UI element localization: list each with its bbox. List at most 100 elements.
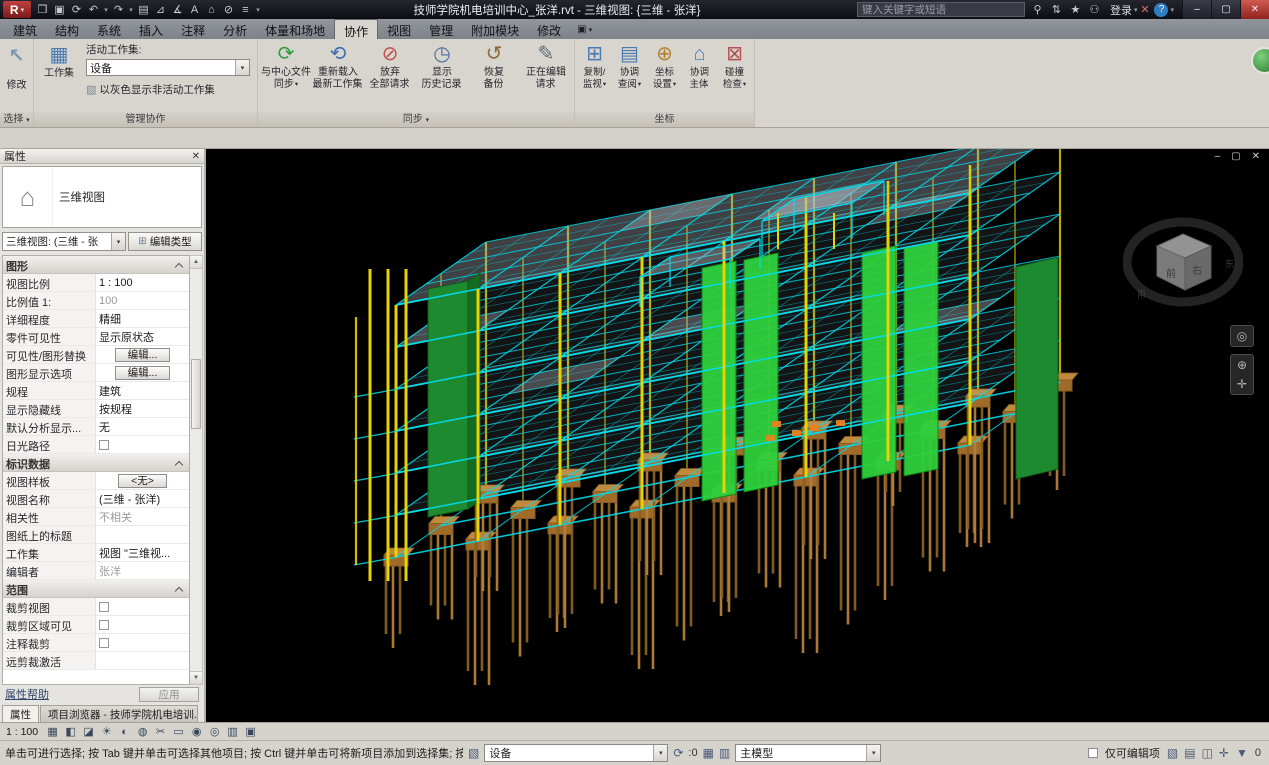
status-workset-dropdown[interactable]: 设备 ▾ (484, 744, 668, 762)
select-toggle-icon[interactable]: ◫ (1202, 746, 1213, 760)
steering-wheel-button[interactable]: ◎ (1230, 325, 1254, 347)
worksets-button[interactable]: ▦ 工作集 (36, 39, 82, 111)
property-checkbox[interactable] (99, 620, 109, 630)
property-row[interactable]: 可见性/图形替换 编辑... (3, 346, 189, 364)
ribbon-button[interactable]: ✎ 正在编辑 请求 (520, 39, 572, 111)
property-checkbox[interactable] (99, 440, 109, 450)
viewcube[interactable]: 前 右 南 东 (1123, 205, 1243, 311)
apply-button[interactable]: 应用 (139, 687, 199, 702)
open-icon[interactable]: ❒ (34, 2, 51, 18)
section-icon[interactable]: ⊘ (220, 2, 237, 18)
undo-icon[interactable]: ↶ (85, 2, 102, 18)
worksets-status-icon[interactable]: ▧ (1167, 746, 1178, 760)
filter-icon[interactable]: ▼ (1236, 746, 1248, 760)
3d-model-view[interactable] (206, 149, 1269, 722)
visual-style-icon[interactable]: ◪ (80, 724, 97, 739)
ribbon-button[interactable]: ⊞ 复制/ 监视▾ (577, 39, 612, 111)
property-row[interactable]: 规程 建筑 (3, 382, 189, 400)
property-row[interactable]: 默认分析显示... 无 (3, 418, 189, 436)
default-3d-view-icon[interactable]: ⌂ (203, 2, 220, 18)
gray-inactive-worksets-toggle[interactable]: ▧ 以灰色显示非活动工作集 (86, 82, 250, 97)
ribbon-tab[interactable]: 注释 (172, 19, 214, 39)
ribbon-button[interactable]: ⊠ 碰撞 检查▾ (717, 39, 752, 111)
save-icon[interactable]: ▣ (51, 2, 68, 18)
show-crop-region-icon[interactable]: ▭ (170, 724, 187, 739)
ribbon-tab[interactable]: 分析 (214, 19, 256, 39)
ribbon-tab[interactable]: 插入 (130, 19, 172, 39)
temporary-view-properties-icon[interactable]: ▣ (242, 724, 259, 739)
view-restore-button[interactable]: ▢ (1231, 151, 1240, 162)
editing-requests-icon[interactable]: ⟳ (673, 746, 683, 760)
ribbon-button[interactable]: ⟲ 重新载入 最新工作集 (312, 39, 364, 111)
ribbon-button[interactable]: ⊕ 坐标 设置▾ (647, 39, 682, 111)
sun-path-icon[interactable]: ☀ (98, 724, 115, 739)
ribbon-button[interactable]: ▤ 协调 查阅▾ (612, 39, 647, 111)
property-row[interactable]: 显示隐藏线 按规程 (3, 400, 189, 418)
property-row[interactable]: 相关性 不相关 (3, 508, 189, 526)
type-selector[interactable]: ⌂ 三维视图 (2, 166, 202, 228)
scale-icon[interactable]: ▦ (44, 724, 61, 739)
ribbon-tab[interactable]: 附加模块 (462, 19, 528, 39)
ribbon-tab[interactable]: 系统 (88, 19, 130, 39)
tab-project-browser[interactable]: 项目浏览器 - 技师学院机电培训... (40, 705, 198, 722)
property-row[interactable]: 视图比例 1 : 100 (3, 274, 189, 292)
scrollbar-thumb[interactable] (191, 359, 201, 429)
measure-icon[interactable]: ⊿ (152, 2, 169, 18)
ribbon-button[interactable]: ⊘ 放弃 全部请求 (364, 39, 416, 111)
communication-center-icon[interactable] (1251, 47, 1269, 74)
exchange-apps-icon[interactable]: ✕ (1137, 3, 1152, 16)
property-row[interactable]: 视图样板 <无> (3, 472, 189, 490)
ribbon-tab[interactable]: 结构 (46, 19, 88, 39)
clipboard-icon[interactable]: ▥ (719, 746, 730, 760)
rendering-dialog-icon[interactable]: ◍ (134, 724, 151, 739)
properties-scrollbar[interactable]: ▲ ▼ (190, 255, 203, 685)
temporary-hide-isolate-icon[interactable]: ◉ (188, 724, 205, 739)
property-row[interactable]: 远剪裁激活 (3, 652, 189, 670)
help-icon[interactable]: ? (1154, 3, 1168, 17)
view-minimize-button[interactable]: – (1215, 151, 1221, 162)
property-row[interactable]: 图形显示选项 编辑... (3, 364, 189, 382)
aligned-dimension-icon[interactable]: ∡ (169, 2, 186, 18)
ribbon-button[interactable]: ◷ 显示 历史记录 (416, 39, 468, 111)
thin-lines-icon[interactable]: ≡ (237, 2, 254, 18)
ribbon-tab[interactable]: 管理 (420, 19, 462, 39)
property-row[interactable]: 详细程度 精细 (3, 310, 189, 328)
select-panel-label[interactable]: 选择 ▾ (0, 112, 33, 127)
edit-type-button[interactable]: ⊞ 编辑类型 (128, 232, 202, 251)
property-checkbox[interactable] (99, 602, 109, 612)
ribbon-button[interactable]: ↺ 恢复 备份 (468, 39, 520, 111)
property-row[interactable]: 编辑者 张洋 (3, 562, 189, 580)
property-row[interactable]: 图形 (3, 256, 189, 274)
revit-app-menu-button[interactable]: R▾ (3, 1, 31, 18)
text-icon[interactable]: A (186, 2, 203, 18)
scroll-up-icon[interactable]: ▲ (190, 256, 202, 269)
property-row[interactable]: 工作集 视图 "三维视... (3, 544, 189, 562)
undo-caret-icon[interactable]: ▾ (102, 2, 110, 18)
detail-level-icon[interactable]: ◧ (62, 724, 79, 739)
scroll-down-icon[interactable]: ▼ (190, 671, 202, 684)
minimize-button[interactable]: – (1182, 0, 1211, 19)
property-checkbox[interactable] (99, 638, 109, 648)
property-row[interactable]: 日光路径 (3, 436, 189, 454)
restore-button[interactable]: ▢ (1211, 0, 1240, 19)
customize-caret-icon[interactable]: ▾ (254, 2, 262, 18)
exchange-icon[interactable]: ⇅ (1049, 2, 1064, 18)
ribbon-tab[interactable]: 体量和场地 (256, 19, 334, 39)
editable-only-checkbox[interactable] (1088, 748, 1098, 758)
search-input[interactable] (857, 2, 1025, 17)
close-button[interactable]: ✕ (1240, 0, 1269, 19)
view-scale-button[interactable]: 1 : 100 (4, 726, 43, 738)
sign-in-icon[interactable]: ⚇ (1087, 2, 1102, 18)
synchronize-panel-label[interactable]: 同步 ▾ (258, 112, 574, 127)
modify-button-label[interactable]: 修改 (2, 76, 31, 91)
property-row[interactable]: 范围 (3, 580, 189, 598)
ribbon-tab[interactable]: 协作 (334, 19, 378, 39)
redo-icon[interactable]: ↷ (110, 2, 127, 18)
ribbon-tab[interactable]: 修改 (528, 19, 570, 39)
view-selector-dropdown[interactable]: 三维视图: (三维 - 张 ▾ (2, 232, 126, 251)
property-row[interactable]: 零件可见性 显示原状态 (3, 328, 189, 346)
drawing-area[interactable]: – ▢ ✕ 前 右 南 东 ◎ ⊕ ✛ (206, 149, 1269, 722)
active-workset-dropdown[interactable]: 设备 ▾ (86, 59, 250, 76)
view-close-button[interactable]: ✕ (1252, 151, 1260, 162)
properties-help-link[interactable]: 属性帮助 (5, 686, 49, 702)
